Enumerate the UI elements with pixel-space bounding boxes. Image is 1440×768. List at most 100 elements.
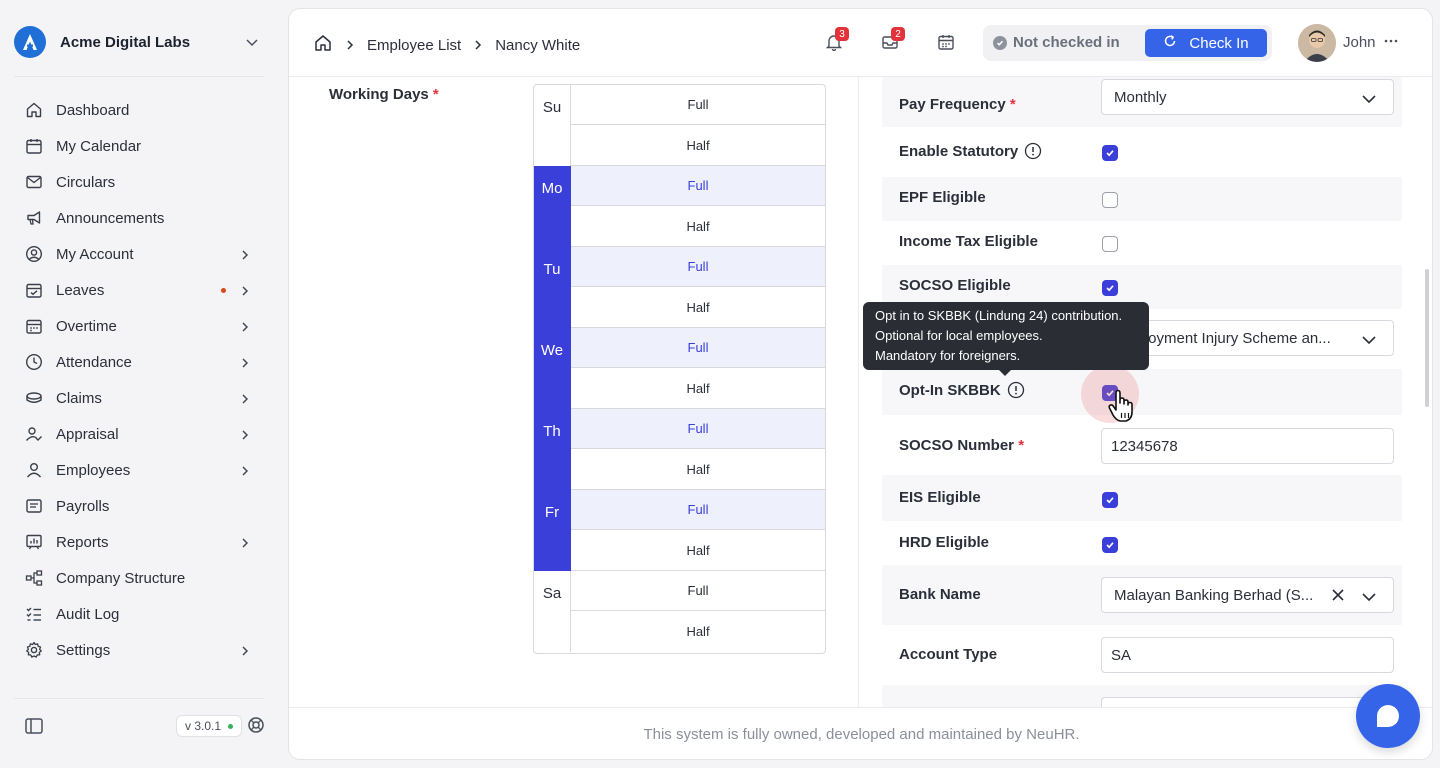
chat-button[interactable] [1356,684,1420,748]
footer-text: This system is fully owned, developed an… [643,726,1080,743]
income-tax-eligible-row: Income Tax Eligible [882,221,1402,265]
bank-name-row: Bank Name Malayan Banking Berhad (S... [882,565,1402,625]
sidebar-item-attendance[interactable]: Attendance [0,344,280,380]
working-day-row: Fr Full Half [534,490,825,571]
divider [14,698,264,699]
clear-icon[interactable] [1331,588,1345,606]
sidebar-item-label: Dashboard [56,101,130,119]
org-switcher[interactable]: Acme Digital Labs [14,26,264,58]
sidebar-item-overtime[interactable]: Overtime [0,308,280,344]
divider [14,76,264,77]
calendar-icon[interactable] [935,31,957,53]
half-day-option[interactable]: Half [571,368,825,409]
day-label: Th [534,409,571,490]
home-icon[interactable] [313,33,333,57]
bank-name-select[interactable]: Malayan Banking Berhad (S... [1101,577,1394,613]
half-day-option[interactable]: Half [571,530,825,571]
chevron-right-icon [240,464,250,481]
socso-number-input[interactable]: 12345678 [1101,428,1394,464]
chat-icon [1377,705,1399,727]
support-icon[interactable] [247,716,265,738]
status-text: Not checked in [1013,34,1120,51]
income-tax-eligible-label: Income Tax Eligible [899,233,1038,250]
inbox-icon[interactable]: 2 [879,27,905,53]
eis-eligible-checkbox[interactable] [1102,492,1118,508]
chevron-right-icon [240,428,250,445]
chevron-down-icon[interactable] [244,34,260,54]
full-day-option[interactable]: Full [571,571,825,611]
sidebar-item-my-account[interactable]: My Account [0,236,280,272]
chevron-right-icon [240,284,250,301]
check-in-label: Check In [1189,34,1249,52]
sidebar-item-dashboard[interactable]: Dashboard [0,92,280,128]
tooltip-line: Opt in to SKBBK (Lindung 24) contributio… [875,308,1123,323]
half-day-option[interactable]: Half [571,125,825,166]
working-day-row: We Full Half [534,328,825,409]
chevron-down-icon [1361,590,1377,607]
working-days-text: Working Days [329,86,429,103]
info-icon[interactable] [1024,142,1042,160]
socso-eligible-checkbox[interactable] [1102,280,1118,296]
day-label: Fr [534,490,571,571]
sidebar-item-my-calendar[interactable]: My Calendar [0,128,280,164]
half-day-option[interactable]: Half [571,611,825,652]
account-type-input[interactable]: SA [1101,637,1394,673]
hrd-eligible-row: HRD Eligible [882,521,1402,565]
chevron-right-icon [240,392,250,409]
account-type-label: Account Type [899,646,998,663]
status-dot [228,723,234,729]
pay-frequency-select[interactable]: Monthly [1101,79,1394,115]
bank-name-value: Malayan Banking Berhad (S... [1114,586,1314,604]
opt-in-skbbk-text: Opt-In SKBBK [899,381,1001,399]
half-day-option[interactable]: Half [571,206,825,247]
chevron-right-icon [240,320,250,337]
sidebar-item-company-structure[interactable]: Company Structure [0,560,280,596]
pay-frequency-row: Pay Frequency * Monthly [882,77,1402,127]
next-field-input[interactable] [1101,697,1394,707]
sidebar-item-settings[interactable]: Settings [0,632,280,668]
next-row [882,685,1402,707]
day-label: Tu [534,247,571,328]
avatar[interactable] [1298,24,1336,62]
sidebar-item-appraisal[interactable]: Appraisal [0,416,280,452]
breadcrumb-employee-list[interactable]: Employee List [367,37,461,54]
epf-eligible-row: EPF Eligible [882,177,1402,221]
user-name[interactable]: John [1343,34,1376,51]
enable-statutory-checkbox[interactable] [1102,145,1118,161]
full-day-option[interactable]: Full [571,490,825,530]
full-day-option[interactable]: Full [571,328,825,368]
sidebar-nav: Dashboard My Calendar Circulars Announcemen… [0,92,280,668]
org-name: Acme Digital Labs [60,33,191,51]
sidebar-item-audit-log[interactable]: Audit Log [0,596,280,632]
sidebar-item-employees[interactable]: Employees [0,452,280,488]
sidebar-item-announcements[interactable]: Announcements [0,200,280,236]
notification-badge: 3 [835,27,849,41]
income-tax-eligible-checkbox[interactable] [1102,236,1118,252]
hrd-eligible-checkbox[interactable] [1102,537,1118,553]
full-day-option[interactable]: Full [571,409,825,449]
scrollbar[interactable] [1425,269,1429,407]
half-day-option[interactable]: Half [571,449,825,490]
half-day-option[interactable]: Half [571,287,825,328]
calendar-icon [24,136,44,156]
sidebar-item-claims[interactable]: Claims [0,380,280,416]
sidebar-toggle-icon[interactable] [24,716,44,740]
sidebar-item-label: Employees [56,461,131,479]
sidebar-item-reports[interactable]: Reports [0,524,280,560]
socso-number-text: SOCSO Number [899,437,1015,454]
bell-icon[interactable]: 3 [823,27,849,53]
full-day-option[interactable]: Full [571,166,825,206]
column-divider [858,77,859,707]
sidebar-item-leaves[interactable]: Leaves [0,272,280,308]
clock-icon [24,352,44,372]
tooltip-arrow [999,370,1011,376]
more-options-icon[interactable] [1383,33,1399,53]
full-day-option[interactable]: Full [571,247,825,287]
full-day-option[interactable]: Full [571,85,825,125]
check-in-button[interactable]: Check In [1145,29,1267,57]
sidebar-item-payrolls[interactable]: Payrolls [0,488,280,524]
epf-eligible-checkbox[interactable] [1102,192,1118,208]
socso-number-label: SOCSO Number * [899,437,1024,454]
info-icon[interactable] [1007,381,1025,399]
sidebar-item-circulars[interactable]: Circulars [0,164,280,200]
